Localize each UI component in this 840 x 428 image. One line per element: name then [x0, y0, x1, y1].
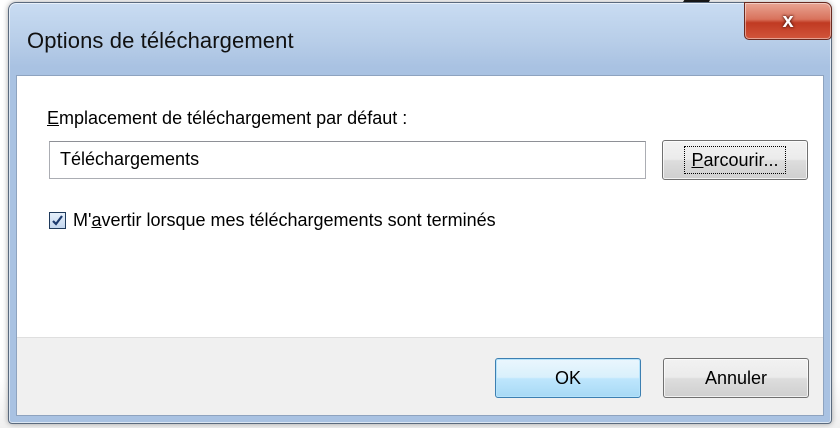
notify-label-pre: M'	[73, 210, 92, 230]
cancel-button[interactable]: Annuler	[663, 358, 809, 398]
notify-checkbox[interactable]	[49, 212, 66, 229]
notify-accelerator: a	[91, 210, 102, 230]
download-location-input[interactable]: Téléchargements	[49, 141, 646, 179]
download-location-label: Emplacement de téléchargement par défaut…	[47, 108, 407, 129]
button-bar: OK Annuler	[17, 337, 823, 415]
label-accelerator: E	[47, 108, 60, 128]
dialog-window: Options de téléchargement x Emplacement …	[8, 2, 832, 424]
close-button[interactable]: x	[744, 2, 832, 40]
notify-label-text: vertir lorsque mes téléchargements sont …	[101, 210, 496, 230]
ok-button[interactable]: OK	[495, 358, 641, 398]
close-icon: x	[782, 9, 794, 32]
notify-label: M'avertir lorsque mes téléchargements so…	[73, 210, 496, 231]
checkmark-icon	[52, 215, 63, 226]
browse-button[interactable]: Parcourir...	[662, 140, 808, 180]
browse-focus-rect: Parcourir...	[684, 146, 786, 174]
label-text: mplacement de téléchargement par défaut …	[59, 108, 408, 128]
browse-accelerator: P	[691, 150, 704, 170]
browse-label: arcourir...	[703, 150, 779, 170]
title-bar[interactable]: Options de téléchargement x	[9, 2, 832, 75]
dialog-title: Options de téléchargement	[27, 28, 294, 53]
notify-checkbox-row[interactable]: M'avertir lorsque mes téléchargements so…	[49, 210, 496, 231]
dialog-content: Emplacement de téléchargement par défaut…	[16, 75, 824, 416]
